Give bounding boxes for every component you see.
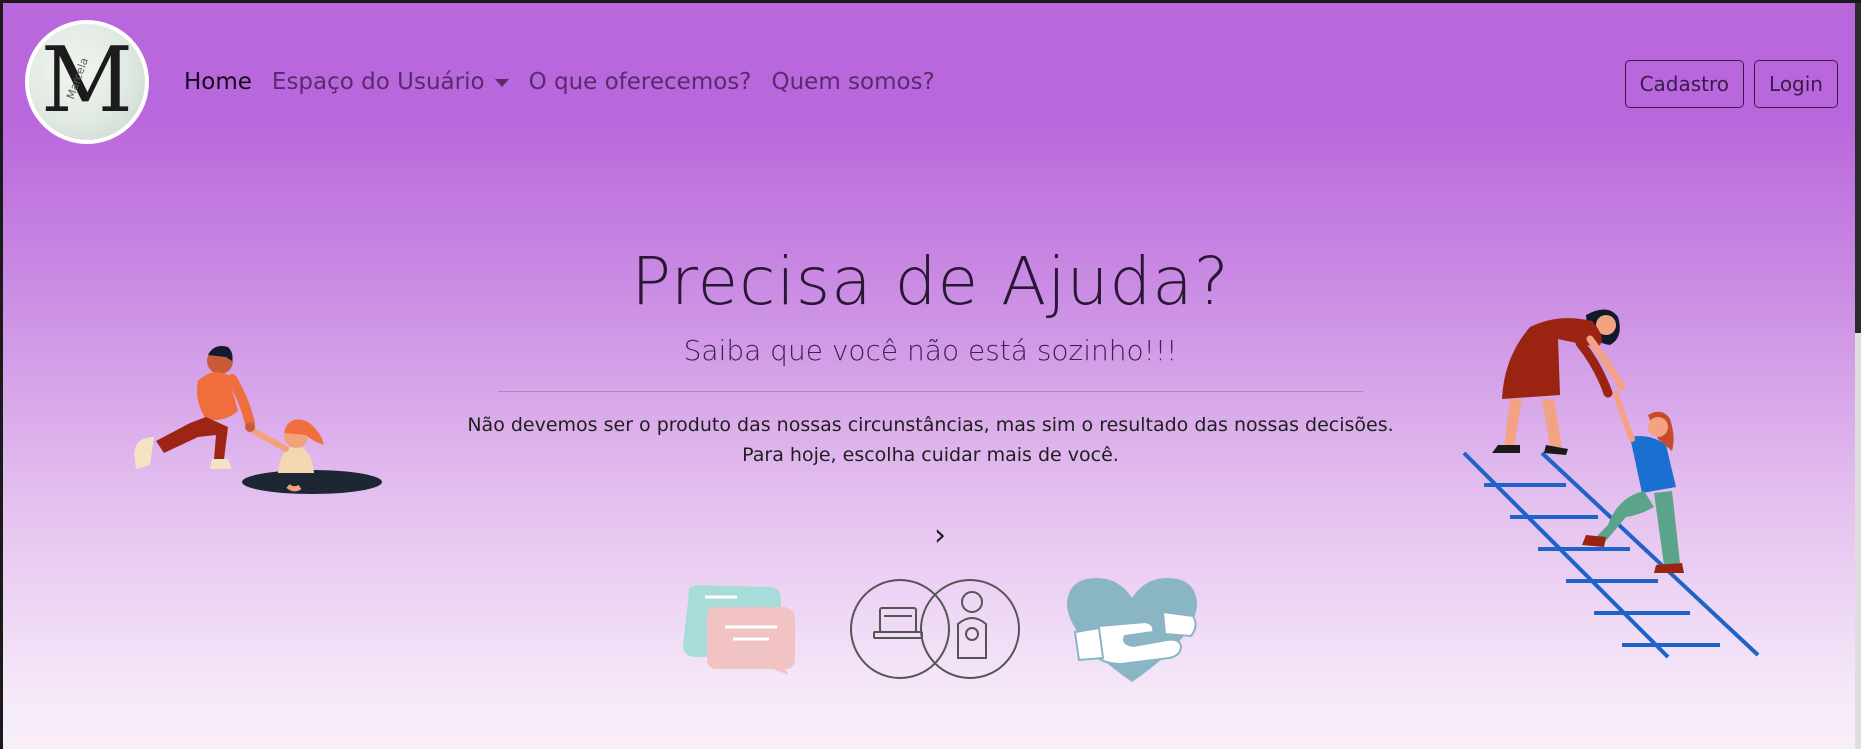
cadastro-button[interactable]: Cadastro (1624, 60, 1745, 108)
navbar: M Marcela Home Espaço do Usuário O que o… (3, 3, 1858, 163)
helping-hand-illustration-icon (134, 346, 382, 494)
online-therapy-icon (850, 579, 1020, 679)
nav-espaco-usuario-dropdown[interactable]: Espaço do Usuário (272, 69, 509, 95)
carousel-next-button[interactable]: › (934, 521, 946, 551)
nav-links: Home Espaço do Usuário O que oferecemos?… (184, 69, 935, 95)
login-button[interactable]: Login (1754, 60, 1838, 108)
brand-logo[interactable]: M Marcela (25, 20, 149, 144)
hero-divider (497, 391, 1364, 392)
nav-quem-somos[interactable]: Quem somos? (772, 69, 935, 95)
chat-bubbles-icon (683, 585, 795, 675)
nav-espaco-usuario-label: Espaço do Usuário (271, 69, 485, 95)
auth-buttons: Cadastro Login (1624, 60, 1838, 108)
ladder-help-illustration-icon (1462, 309, 1760, 659)
chevron-down-icon (494, 78, 509, 87)
heart-hands-icon (1067, 578, 1197, 682)
nav-o-que-oferecemos[interactable]: O que oferecemos? (529, 69, 752, 95)
nav-home[interactable]: Home (184, 69, 252, 95)
logo-letter: M (40, 28, 134, 133)
